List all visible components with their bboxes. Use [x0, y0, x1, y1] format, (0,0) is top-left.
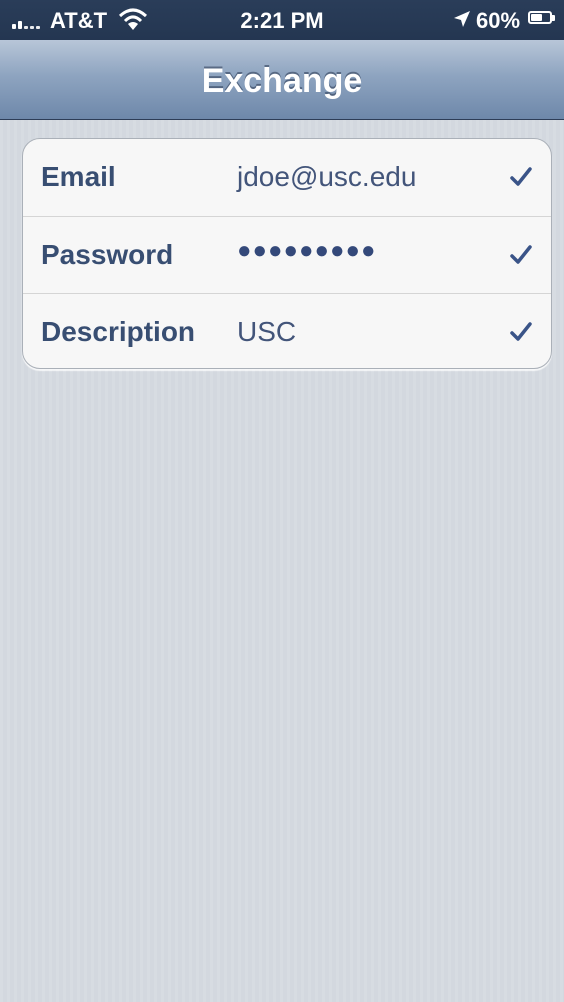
description-label: Description: [41, 316, 196, 347]
battery-percentage: 60%: [476, 8, 521, 33]
location-arrow-icon: [454, 11, 470, 27]
nav-title: Exchange: [201, 62, 363, 100]
password-field[interactable]: ●●●●●●●●●: [237, 237, 376, 265]
description-field[interactable]: USC: [237, 316, 296, 348]
status-bar: AT&T 2:21 PM 60%: [0, 0, 564, 40]
email-label: Email: [41, 161, 116, 192]
checkmark-icon: [510, 322, 532, 341]
account-form: Email jdoe@usc.edu Password ●●●●●●●●● De…: [22, 138, 552, 369]
password-label: Password: [41, 239, 174, 270]
password-row[interactable]: Password ●●●●●●●●●: [23, 216, 551, 294]
battery-level-fill: [531, 14, 542, 21]
description-row[interactable]: Description USC: [23, 293, 551, 368]
checkmark-icon: [510, 167, 532, 186]
navigation-bar: Exchange: [0, 40, 564, 120]
battery-icon: [528, 11, 552, 24]
email-row[interactable]: Email jdoe@usc.edu: [23, 139, 551, 216]
email-field[interactable]: jdoe@usc.edu: [237, 161, 416, 193]
device-screen: AT&T 2:21 PM 60% Exchange Email jdoe@usc…: [0, 0, 564, 1002]
battery-tip: [552, 15, 555, 21]
checkmark-icon: [510, 245, 532, 264]
